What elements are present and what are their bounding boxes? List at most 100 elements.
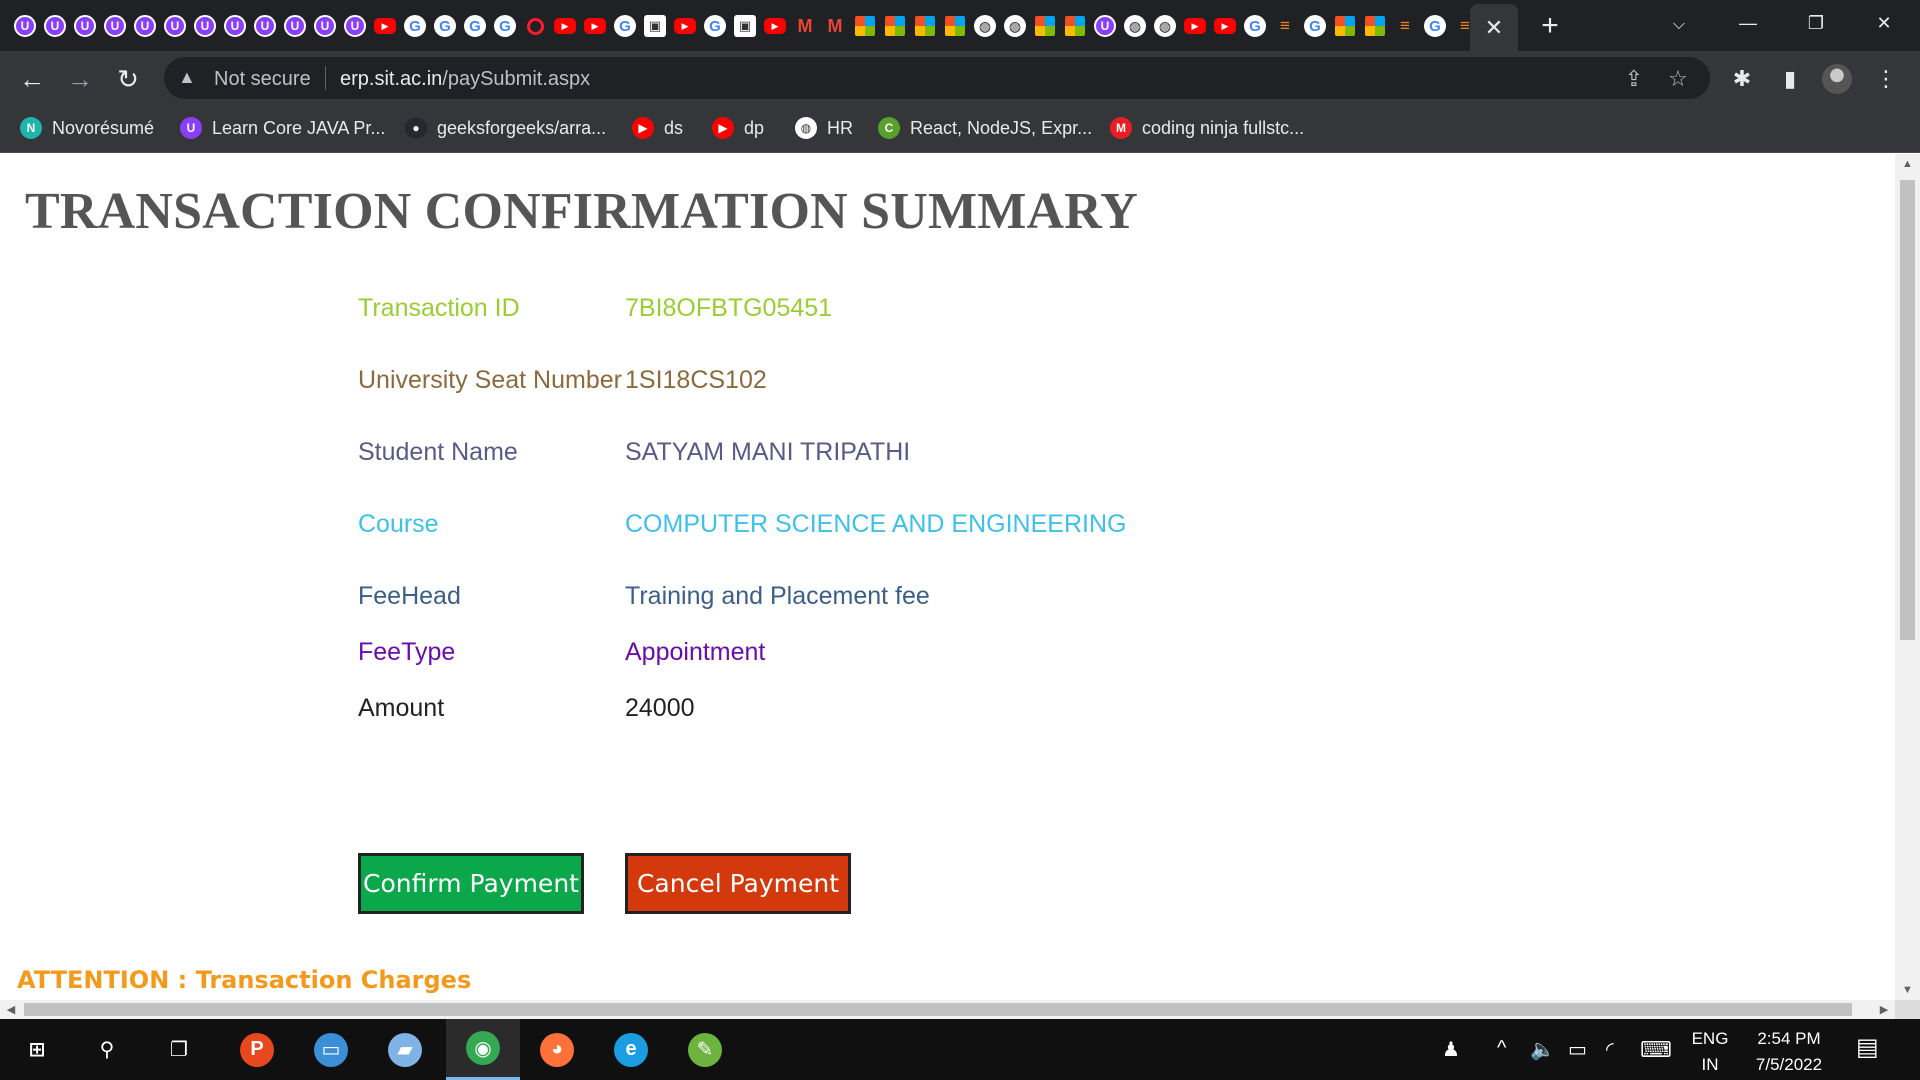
tab-item[interactable]: G (462, 13, 488, 39)
bookmark-item[interactable]: C React, NodeJS, Expr... (878, 115, 1092, 141)
security-label[interactable]: Not secure (214, 68, 311, 91)
tab-item[interactable] (1032, 13, 1058, 39)
tab-item[interactable]: ▶ (1212, 13, 1238, 39)
profile-avatar[interactable] (1822, 64, 1852, 94)
tab-item[interactable] (942, 13, 968, 39)
tab-item[interactable]: ▶ (762, 13, 788, 39)
taskbar-app-notepad[interactable]: ▰ (368, 1019, 442, 1080)
clock[interactable]: 2:54 PM 7/5/2022 (1745, 1026, 1833, 1078)
url-text[interactable]: erp.sit.ac.in/paySubmit.aspx (340, 68, 590, 91)
scroll-left-icon[interactable]: ◀ (0, 1000, 22, 1019)
tab-item[interactable]: M (792, 13, 818, 39)
tab-item[interactable]: ≡ (1272, 13, 1298, 39)
taskbar-app-editor[interactable]: ✎ (668, 1019, 742, 1080)
bookmark-star-icon[interactable]: ☆ (1664, 65, 1692, 93)
bookmark-item[interactable]: Mcoding ninja fullstc... (1110, 115, 1304, 141)
tab-item[interactable]: G (432, 13, 458, 39)
tab-item[interactable]: ◍ (972, 13, 998, 39)
tab-item[interactable]: U (132, 13, 158, 39)
cancel-payment-button[interactable]: Cancel Payment (625, 853, 851, 914)
tab-item[interactable] (852, 13, 878, 39)
tab-item[interactable]: U (192, 13, 218, 39)
tab-item[interactable] (882, 13, 908, 39)
warning-icon[interactable]: ▲ (178, 67, 196, 88)
side-panel-icon[interactable]: ▮ (1774, 63, 1806, 95)
keyboard-icon[interactable]: ⌨ (1640, 1037, 1672, 1063)
tab-item[interactable]: U (102, 13, 128, 39)
people-icon[interactable]: ♟ (1442, 1037, 1460, 1062)
tab-item[interactable]: ◍ (1152, 13, 1178, 39)
tab-item[interactable]: ▶ (1182, 13, 1208, 39)
restore-window-button[interactable]: ❐ (1786, 6, 1846, 40)
taskbar-app-explorer[interactable]: ▭ (294, 1019, 368, 1080)
language-indicator[interactable]: ENG IN (1690, 1026, 1730, 1078)
taskbar-app-search[interactable]: ⚲ (70, 1019, 144, 1080)
tab-item[interactable]: U (312, 13, 338, 39)
tab-item[interactable]: M (822, 13, 848, 39)
tab-item[interactable]: U (252, 13, 278, 39)
taskbar-app-postman[interactable]: P (220, 1019, 294, 1080)
bookmark-item[interactable]: ● geeksforgeeks/arra... (405, 115, 606, 141)
horizontal-scrollbar[interactable]: ◀ ▶ (0, 1000, 1895, 1019)
menu-kebab-icon[interactable]: ⋮ (1870, 63, 1902, 95)
tab-item[interactable]: G (1422, 13, 1448, 39)
close-tab-icon[interactable]: ✕ (1485, 15, 1503, 41)
tab-item[interactable] (912, 13, 938, 39)
extensions-puzzle-icon[interactable]: ✱ (1726, 63, 1758, 95)
tab-item[interactable]: ▶ (672, 13, 698, 39)
tab-item[interactable]: U (1092, 13, 1118, 39)
tab-item[interactable]: U (42, 13, 68, 39)
reload-button[interactable]: ↻ (112, 63, 144, 95)
minimize-window-button[interactable]: — (1718, 6, 1778, 40)
scroll-right-icon[interactable]: ▶ (1873, 1000, 1895, 1019)
bookmark-item[interactable]: ▶ dp (712, 115, 764, 141)
taskbar-app-chrome[interactable]: ◉ (446, 1019, 520, 1080)
tab-item[interactable]: ▶ (552, 13, 578, 39)
vertical-scrollbar[interactable]: ▲ ▼ (1895, 154, 1920, 1000)
tab-item[interactable]: G (1302, 13, 1328, 39)
tab-item[interactable]: U (162, 13, 188, 39)
tab-item[interactable]: U (222, 13, 248, 39)
tab-item[interactable] (1062, 13, 1088, 39)
tab-item[interactable]: G (492, 13, 518, 39)
taskbar-app-task-view[interactable]: ❐ (142, 1019, 216, 1080)
tab-item[interactable]: ▶ (582, 13, 608, 39)
tab-item[interactable]: U (282, 13, 308, 39)
battery-icon[interactable]: ▭ (1568, 1037, 1587, 1062)
tab-item[interactable]: ▶ (372, 13, 398, 39)
tab-item[interactable]: G (612, 13, 638, 39)
forward-button[interactable]: → (64, 63, 96, 95)
tab-item[interactable]: U (342, 13, 368, 39)
tab-item[interactable]: U (72, 13, 98, 39)
active-tab[interactable]: ✕ (1470, 4, 1518, 51)
bookmark-item[interactable]: N Novorésumé (20, 115, 154, 141)
tab-item[interactable]: ▣ (642, 13, 668, 39)
confirm-payment-button[interactable]: Confirm Payment (358, 853, 584, 914)
tab-item[interactable]: G (402, 13, 428, 39)
address-bar[interactable]: ▲ Not secure erp.sit.ac.in/paySubmit.asp… (164, 57, 1710, 99)
taskbar-app-firefox[interactable]: ◕ (520, 1019, 594, 1080)
wifi-icon[interactable]: ◜ (1606, 1037, 1614, 1062)
taskbar-app-start[interactable]: ⊞ (0, 1019, 74, 1080)
scroll-down-icon[interactable]: ▼ (1895, 980, 1920, 1000)
bookmark-item[interactable]: U Learn Core JAVA Pr... (180, 115, 385, 141)
close-window-button[interactable]: ✕ (1854, 6, 1914, 40)
tab-item[interactable]: G (1242, 13, 1268, 39)
scroll-up-icon[interactable]: ▲ (1895, 154, 1920, 174)
tab-search-chevron-icon[interactable]: ⌵ (1664, 10, 1694, 40)
tab-item[interactable]: G (702, 13, 728, 39)
bookmark-item[interactable]: ◍ HR (795, 115, 853, 141)
show-hidden-icons-chevron-icon[interactable]: ^ (1497, 1037, 1506, 1060)
bookmark-item[interactable]: ▶ ds (632, 115, 683, 141)
tab-item[interactable]: ▣ (732, 13, 758, 39)
new-tab-button[interactable]: + (1534, 9, 1566, 42)
tab-item[interactable] (1332, 13, 1358, 39)
tab-item[interactable]: ◍ (1002, 13, 1028, 39)
back-button[interactable]: ← (16, 63, 48, 95)
notification-center-icon[interactable]: ▤ (1856, 1033, 1879, 1062)
tab-item[interactable] (522, 13, 548, 39)
tab-item[interactable]: ≡ (1392, 13, 1418, 39)
horizontal-scroll-thumb[interactable] (24, 1003, 1852, 1016)
taskbar-app-edge[interactable]: e (594, 1019, 668, 1080)
vertical-scroll-thumb[interactable] (1900, 180, 1915, 640)
